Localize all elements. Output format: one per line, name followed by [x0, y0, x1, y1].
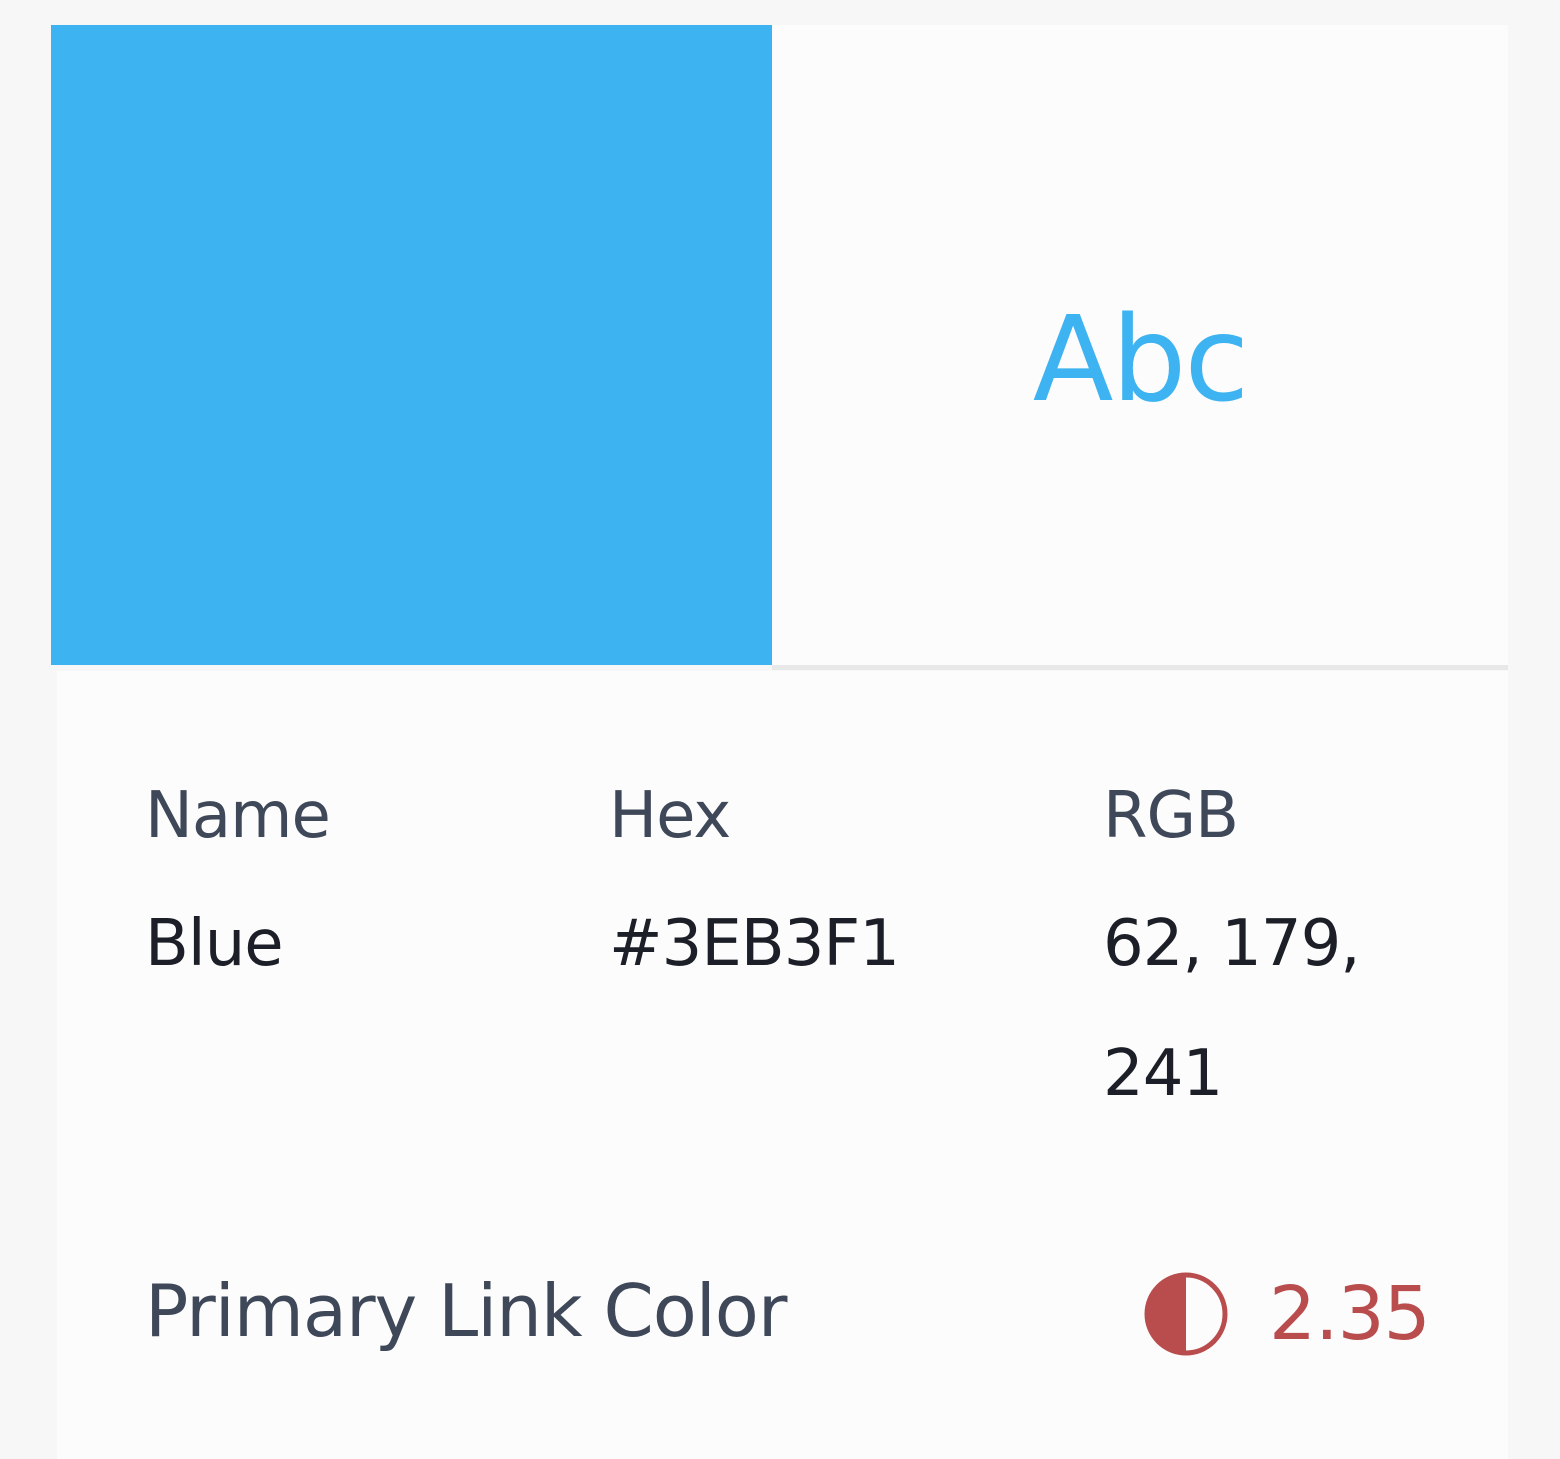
rgb-value: 62, 179, 241 [1103, 907, 1361, 1111]
contrast-value: 2.35 [1269, 1271, 1431, 1357]
contrast-ratio: 2.35 [1143, 1271, 1431, 1357]
color-preview: Abc [51, 25, 1508, 665]
hex-label: Hex [609, 779, 731, 853]
color-swatch [51, 25, 772, 665]
name-value: Blue [145, 907, 284, 981]
hex-value: #3EB3F1 [609, 907, 900, 981]
usage-label: Primary Link Color [145, 1269, 787, 1353]
rgb-column: RGB 62, 179, 241 [1103, 781, 1433, 1139]
divider [772, 665, 1508, 670]
name-label: Name [145, 779, 331, 853]
hex-column: Hex #3EB3F1 [609, 781, 1029, 1009]
color-details: Name Blue Hex #3EB3F1 RGB 62, 179, 241 P… [57, 671, 1508, 1459]
color-card: Abc Name Blue Hex #3EB3F1 RGB 62, 179, 2… [51, 25, 1508, 1459]
rgb-label: RGB [1103, 779, 1239, 853]
contrast-icon [1144, 1272, 1228, 1356]
text-sample: Abc [1032, 290, 1250, 428]
name-column: Name Blue [145, 781, 565, 1009]
